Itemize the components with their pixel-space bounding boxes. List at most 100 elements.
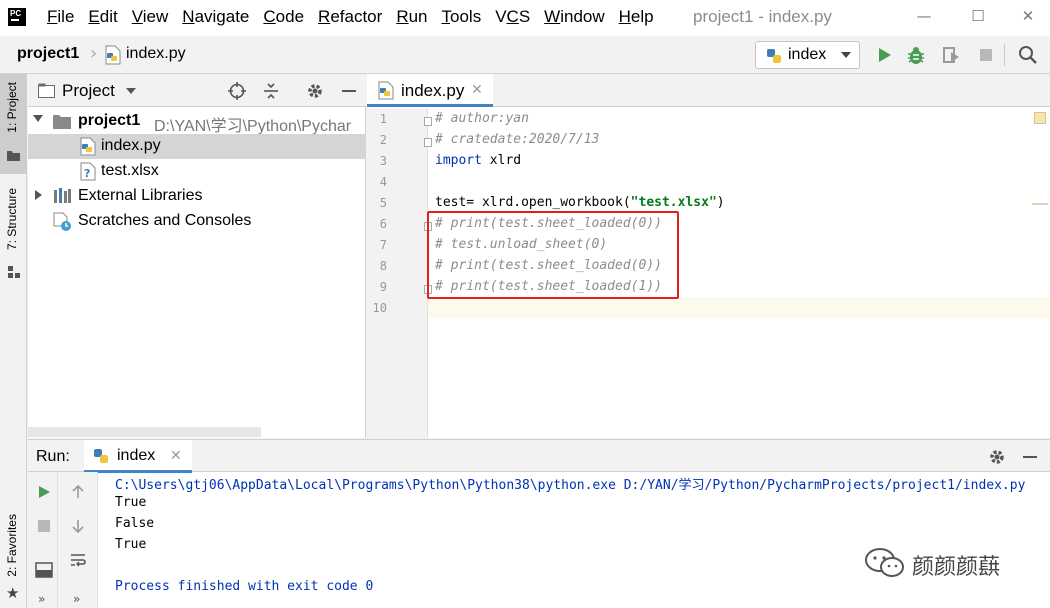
code-assignment: test= xlrd.open_workbook( xyxy=(435,195,631,210)
code-line-2[interactable]: # cratedate:2020/7/13 xyxy=(435,132,599,147)
close-tab-icon[interactable]: ✕ xyxy=(471,82,483,98)
arrow-down-icon[interactable] xyxy=(70,518,86,534)
folder-icon xyxy=(7,151,20,161)
menu-refactor[interactable]: Refactor xyxy=(311,7,389,27)
code-close-paren: ) xyxy=(716,195,725,210)
menu-view[interactable]: View xyxy=(125,7,176,27)
locate-file-icon[interactable] xyxy=(227,81,247,101)
editor-tab-index-py[interactable]: index.py ✕ xyxy=(367,74,493,107)
line-number: 9 xyxy=(379,280,387,294)
menu-run[interactable]: Run xyxy=(389,7,434,27)
line-number: 6 xyxy=(379,217,387,231)
editor-tab-label: index.py xyxy=(401,81,465,100)
project-tool-window: Project project1 D:\YAN\学习\Python\Pychar xyxy=(28,74,366,438)
console-output-line[interactable]: True xyxy=(115,537,146,552)
more-actions-icon[interactable]: » xyxy=(73,592,80,606)
expand-arrow-icon[interactable] xyxy=(33,115,43,122)
run-with-coverage-icon[interactable] xyxy=(940,44,962,66)
code-line-5[interactable]: test= xlrd.open_workbook("test.xlsx") xyxy=(435,195,725,210)
tree-row-external-libraries[interactable]: External Libraries xyxy=(28,184,366,209)
stop-icon[interactable] xyxy=(975,44,997,66)
hide-panel-icon[interactable] xyxy=(1020,447,1040,467)
stop-icon[interactable] xyxy=(36,518,52,534)
toolbar-divider xyxy=(1004,44,1005,66)
line-number: 1 xyxy=(379,112,387,126)
fold-marker-icon[interactable] xyxy=(424,117,432,126)
current-line-highlight xyxy=(428,297,1050,318)
close-window-button[interactable]: ✕ xyxy=(1018,6,1038,26)
python-file-icon xyxy=(378,81,394,100)
gear-icon[interactable] xyxy=(987,447,1007,467)
more-actions-icon[interactable]: » xyxy=(38,592,45,606)
soft-wrap-icon[interactable] xyxy=(69,552,87,568)
console-exit-line[interactable]: Process finished with exit code 0 xyxy=(115,579,373,594)
tree-row-project-root[interactable]: project1 D:\YAN\学习\Python\Pychar xyxy=(28,109,366,135)
run-configuration-label: index xyxy=(788,46,827,63)
tree-file-index-py: index.py xyxy=(101,137,161,154)
console-output-line[interactable]: True xyxy=(115,495,146,510)
tree-scratches-and-consoles: Scratches and Consoles xyxy=(78,212,252,229)
chevron-down-icon xyxy=(841,52,851,58)
restore-layout-icon[interactable] xyxy=(35,562,53,578)
maximize-button[interactable]: ☐ xyxy=(968,6,988,26)
run-tool-window: Run: index ✕ » » C:\Users\gtj06\AppData\… xyxy=(28,439,1050,608)
menu-help[interactable]: Help xyxy=(612,7,661,27)
tree-external-libraries: External Libraries xyxy=(78,187,203,204)
hide-panel-icon[interactable] xyxy=(339,81,359,101)
line-number: 2 xyxy=(379,133,387,147)
menu-tools[interactable]: Tools xyxy=(435,7,489,27)
rerun-icon[interactable] xyxy=(36,484,52,500)
tool-tab-favorites[interactable]: 2: Favorites ★ xyxy=(0,510,27,608)
debug-icon[interactable] xyxy=(905,44,927,66)
run-tab-label: index xyxy=(117,447,156,464)
line-number: 8 xyxy=(379,259,387,273)
python-icon xyxy=(767,49,781,63)
line-number: 4 xyxy=(379,175,387,189)
tree-row-index-py[interactable]: index.py xyxy=(28,134,366,159)
collapse-all-icon[interactable] xyxy=(261,81,281,101)
minimize-button[interactable]: — xyxy=(914,6,934,26)
project-panel-title[interactable]: Project xyxy=(62,81,115,101)
scrollbar-marker[interactable] xyxy=(1032,203,1048,205)
run-icon[interactable] xyxy=(873,44,895,66)
run-configuration-selector[interactable]: index xyxy=(755,41,860,69)
menu-edit[interactable]: Edit xyxy=(81,7,124,27)
tool-tab-structure[interactable]: 7: Structure xyxy=(0,180,27,288)
tree-row-test-xlsx[interactable]: ? test.xlsx xyxy=(28,159,366,184)
menu-navigate[interactable]: Navigate xyxy=(175,7,256,27)
menu-code[interactable]: Code xyxy=(256,7,311,27)
tree-row-scratches[interactable]: Scratches and Consoles xyxy=(28,209,366,234)
menu-vcs[interactable]: VCS xyxy=(488,7,537,27)
window-title: project1 - index.py xyxy=(693,7,832,26)
arrow-up-icon[interactable] xyxy=(70,484,86,500)
chevron-down-icon[interactable] xyxy=(126,88,136,94)
gear-icon[interactable] xyxy=(305,81,325,101)
wechat-logo-icon xyxy=(865,548,904,577)
pycharm-logo-icon: PC xyxy=(8,8,26,26)
menu-items: File Edit View Navigate Code Refactor Ru… xyxy=(40,7,661,27)
project-view-icon xyxy=(38,83,55,98)
expand-arrow-icon[interactable] xyxy=(35,190,42,200)
line-number: 5 xyxy=(379,196,387,210)
watermark-text: 颜颜颜蕻 xyxy=(912,555,1001,580)
horizontal-scrollbar[interactable] xyxy=(28,427,261,437)
python-file-icon xyxy=(80,137,96,156)
search-icon[interactable] xyxy=(1017,44,1039,66)
menu-file[interactable]: File xyxy=(40,7,81,27)
fold-marker-icon[interactable] xyxy=(424,138,432,147)
close-tab-icon[interactable]: ✕ xyxy=(170,448,182,464)
breadcrumb-file[interactable]: index.py xyxy=(126,45,186,63)
tool-tab-favorites-label: 2: Favorites xyxy=(5,514,19,577)
code-line-3[interactable]: import xlrd xyxy=(435,153,521,168)
console-output-line[interactable]: False xyxy=(115,516,154,531)
inspection-warning-marker-icon[interactable] xyxy=(1034,112,1046,124)
menu-window[interactable]: Window xyxy=(537,7,611,27)
tool-tab-project[interactable]: 1: Project xyxy=(0,74,27,174)
run-tab-index[interactable]: index ✕ xyxy=(84,440,192,473)
breadcrumb-project[interactable]: project1 xyxy=(17,45,79,63)
code-line-1[interactable]: # author:yan xyxy=(435,111,529,126)
console-command-line[interactable]: C:\Users\gtj06\AppData\Local\Programs\Py… xyxy=(115,474,1025,493)
line-number: 3 xyxy=(379,154,387,168)
python-file-icon xyxy=(105,45,121,65)
annotation-highlight-box xyxy=(427,211,679,299)
